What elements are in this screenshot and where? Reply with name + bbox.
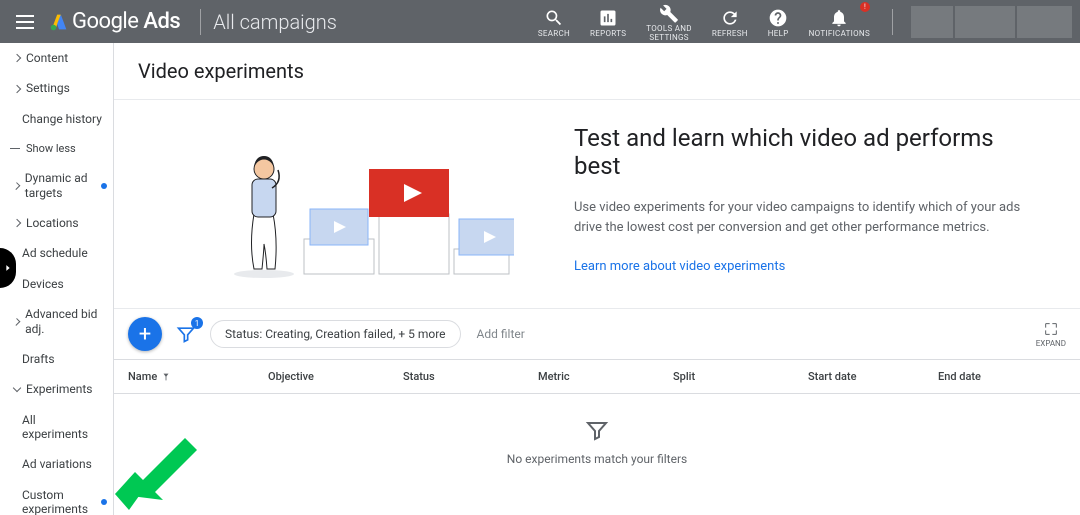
page-title: Video experiments bbox=[114, 43, 1080, 100]
tools-settings-button[interactable]: TOOLS AND SETTINGS bbox=[636, 0, 702, 43]
filter-button[interactable]: 1 bbox=[172, 320, 200, 348]
learn-more-link[interactable]: Learn more about video experiments bbox=[574, 259, 785, 274]
main-content: Video experiments bbox=[114, 43, 1080, 515]
table-header: Name Objective Status Metric Split Start… bbox=[114, 359, 1080, 394]
sidebar-item-ad-variations[interactable]: Ad variations bbox=[0, 449, 113, 479]
column-end-date[interactable]: End date bbox=[924, 360, 1080, 393]
indicator-dot bbox=[101, 499, 107, 505]
reports-button[interactable]: REPORTS bbox=[580, 0, 636, 43]
show-less-toggle[interactable]: Show less bbox=[0, 134, 113, 163]
create-button[interactable]: + bbox=[128, 317, 162, 351]
sidebar-item-locations[interactable]: Locations bbox=[0, 208, 113, 238]
column-status[interactable]: Status bbox=[389, 360, 524, 393]
help-icon bbox=[768, 8, 788, 28]
menu-icon[interactable] bbox=[16, 10, 40, 34]
hero-heading: Test and learn which video ad performs b… bbox=[574, 124, 1040, 180]
hero-body: Use video experiments for your video cam… bbox=[574, 198, 1040, 237]
wrench-icon bbox=[659, 4, 679, 23]
column-name[interactable]: Name bbox=[114, 360, 254, 393]
sidebar-item-dynamic-ad-targets[interactable]: Dynamic ad targets bbox=[0, 163, 113, 208]
divider bbox=[200, 9, 201, 35]
search-icon bbox=[544, 8, 564, 28]
hero-section: Test and learn which video ad performs b… bbox=[114, 100, 1080, 309]
help-button[interactable]: HELP bbox=[758, 0, 799, 43]
column-metric[interactable]: Metric bbox=[524, 360, 659, 393]
product-name: Google Ads bbox=[72, 9, 180, 34]
expand-icon bbox=[1043, 321, 1059, 337]
divider bbox=[892, 9, 893, 35]
filter-count-badge: 1 bbox=[191, 317, 203, 329]
filter-chip-status[interactable]: Status: Creating, Creation failed, + 5 m… bbox=[210, 320, 461, 348]
sidebar-item-drafts[interactable]: Drafts bbox=[0, 344, 113, 374]
product-logo[interactable]: Google Ads bbox=[48, 9, 180, 34]
scope-title[interactable]: All campaigns bbox=[213, 10, 337, 34]
notification-badge: ! bbox=[860, 2, 870, 12]
sidebar-item-custom-experiments[interactable]: Custom experiments bbox=[0, 480, 113, 515]
add-filter-label[interactable]: Add filter bbox=[477, 327, 525, 341]
sidebar-item-ad-schedule[interactable]: Ad schedule bbox=[0, 238, 113, 268]
sidebar-item-all-experiments[interactable]: All experiments bbox=[0, 405, 113, 450]
sort-ascending-icon bbox=[161, 372, 171, 382]
filter-empty-icon bbox=[585, 418, 609, 442]
sidebar-item-advanced-bid[interactable]: Advanced bid adj. bbox=[0, 299, 113, 344]
search-button[interactable]: SEARCH bbox=[528, 0, 580, 43]
sidebar-item-content[interactable]: Content bbox=[0, 43, 113, 73]
sidebar-item-devices[interactable]: Devices bbox=[0, 269, 113, 299]
column-objective[interactable]: Objective bbox=[254, 360, 389, 393]
sidebar-item-settings[interactable]: Settings bbox=[0, 73, 113, 103]
sidebar-item-experiments[interactable]: Experiments bbox=[0, 374, 113, 404]
reports-icon bbox=[598, 8, 618, 28]
account-area[interactable] bbox=[905, 6, 1072, 38]
notifications-button[interactable]: ! NOTIFICATIONS bbox=[799, 0, 880, 43]
empty-message: No experiments match your filters bbox=[507, 452, 687, 466]
refresh-button[interactable]: REFRESH bbox=[702, 0, 758, 43]
column-start-date[interactable]: Start date bbox=[794, 360, 924, 393]
ads-logo-icon bbox=[48, 11, 70, 33]
sidebar-nav: Content Settings Change history Show les… bbox=[0, 43, 114, 515]
bell-icon bbox=[829, 8, 849, 28]
refresh-icon bbox=[720, 8, 740, 28]
column-split[interactable]: Split bbox=[659, 360, 794, 393]
empty-state: No experiments match your filters bbox=[114, 394, 1080, 515]
indicator-dot bbox=[101, 183, 107, 189]
sidebar-item-change-history[interactable]: Change history bbox=[0, 104, 113, 134]
table-toolbar: + 1 Status: Creating, Creation failed, +… bbox=[114, 309, 1080, 359]
expand-button[interactable]: EXPAND bbox=[1036, 321, 1066, 348]
hero-illustration bbox=[214, 124, 514, 284]
header-tools: SEARCH REPORTS TOOLS AND SETTINGS REFRES… bbox=[528, 0, 880, 43]
app-header: Google Ads All campaigns SEARCH REPORTS … bbox=[0, 0, 1080, 43]
